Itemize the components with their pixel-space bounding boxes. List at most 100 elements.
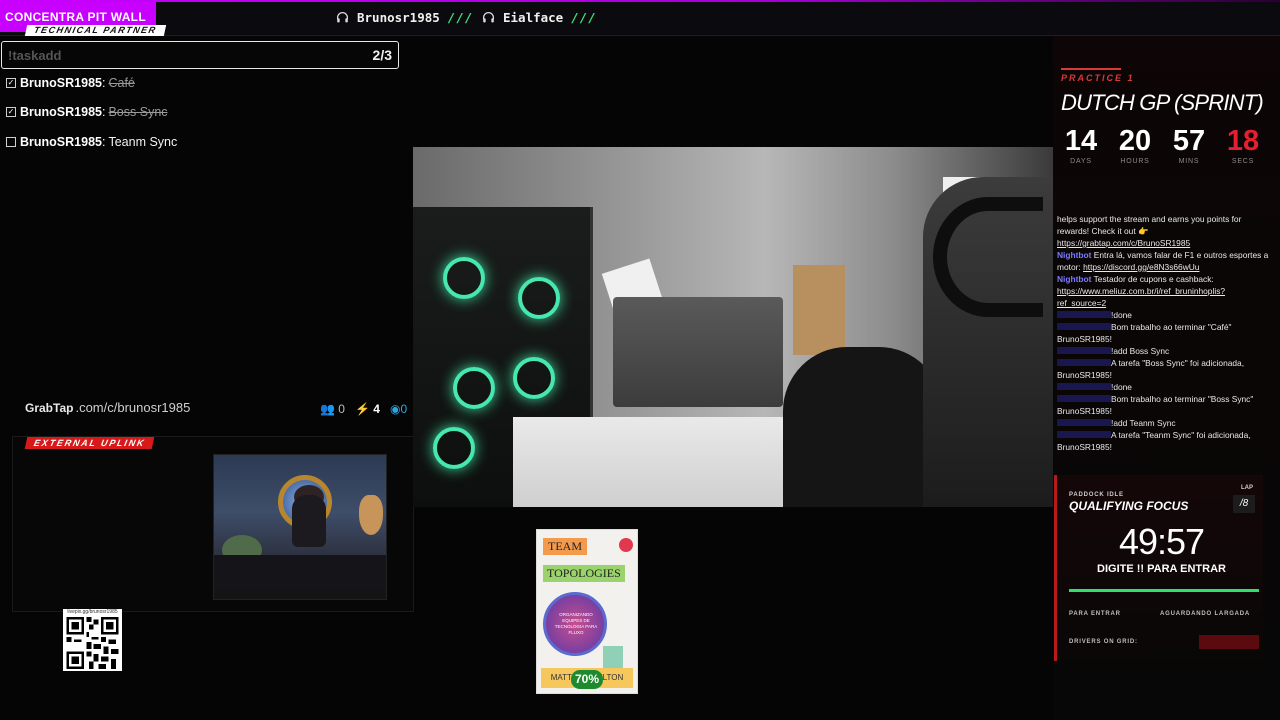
task-count: 2/3 — [372, 47, 392, 63]
countdown-days: 14 DAYS — [1061, 126, 1101, 165]
video-control-bar — [214, 589, 386, 599]
countdown-mins: 57 MINS — [1169, 126, 1209, 165]
headphones-icon — [336, 12, 349, 23]
chat-text: !done — [1111, 310, 1132, 320]
fan — [518, 277, 560, 319]
chat-message: A tarefa "Boss Sync" foi adicionada, Bru… — [1057, 357, 1273, 381]
task-text: Café — [108, 76, 135, 90]
book-dot — [619, 538, 633, 552]
drivers-box — [1199, 635, 1259, 649]
bolt-icon: ⚡ — [354, 402, 370, 416]
task-header: !taskadd 2/3 — [1, 41, 399, 69]
chat-message: !add Teanm Sync — [1057, 417, 1273, 429]
enter-label: PARA ENTRAR — [1069, 611, 1121, 617]
chair — [783, 347, 943, 507]
chat-username — [1057, 395, 1111, 402]
countdown-value: 20 — [1118, 125, 1152, 157]
users-icon: 👥 — [320, 402, 335, 416]
countdown-value: 14 — [1064, 125, 1098, 157]
chat-text: Testador de cupons e cashback: — [1093, 274, 1214, 284]
checkbox-checked-icon: ✓ — [6, 78, 16, 88]
join-command: DIGITE !! PARA ENTRAR — [1097, 563, 1226, 575]
session-label: PRACTICE 1 — [1061, 73, 1135, 83]
guitar — [359, 495, 383, 535]
chat-log: helps support the stream and earns you p… — [1057, 213, 1273, 453]
task-separator: : — [101, 76, 106, 90]
top-accent-line — [0, 0, 1280, 2]
chat-username — [1057, 419, 1111, 426]
chat-text: !add Boss Sync — [1111, 346, 1170, 356]
countdown-value: 18 — [1226, 125, 1260, 157]
countdown-label: DAYS — [1070, 158, 1092, 165]
grabtap-stats: 👥 0 ⚡ 4 ◉0 — [320, 402, 407, 416]
chat-username — [1057, 323, 1111, 330]
printer — [613, 297, 783, 407]
headset — [933, 197, 1043, 317]
race-title: DUTCH GP (SPRINT) — [1061, 90, 1264, 115]
task-item: ✓ BrunoSR1985 : Café — [6, 75, 135, 91]
chat-message: Nightbot Testador de cupons e cashback: … — [1057, 273, 1273, 309]
team-divider: /// — [571, 10, 597, 25]
task-separator: : — [101, 135, 106, 149]
team-member-1: Brunosr1985 /// — [336, 10, 473, 25]
task-item: ✓ BrunoSR1985 : Boss Sync — [6, 104, 168, 120]
task-command: !taskadd — [8, 48, 62, 63]
waiting-label: AGUARDANDO LARGADA — [1160, 611, 1251, 617]
technical-partner-tag: TECHNICAL PARTNER — [24, 25, 166, 36]
paddock-status: PADDOCK IDLE — [1069, 492, 1124, 498]
fan — [453, 367, 495, 409]
live-count: 0 — [400, 402, 408, 416]
uplink-video — [213, 454, 387, 600]
chat-message: A tarefa "Teanm Sync" foi adicionada, Br… — [1057, 429, 1273, 453]
live-stat: ◉0 — [390, 402, 407, 416]
countdown-secs: 18 SECS — [1223, 126, 1263, 165]
qualifying-progress-bar — [1069, 589, 1259, 592]
chat-username — [1057, 311, 1111, 318]
task-user: BrunoSR1985 — [20, 135, 102, 149]
qualifying-timer: 49:57 — [1118, 521, 1205, 562]
fan — [513, 357, 555, 399]
viewers-count: 0 — [338, 402, 345, 416]
drivers-label: DRIVERS ON GRID: — [1069, 639, 1138, 645]
qr-label: livepix.gg/brunosr1985 — [67, 609, 118, 615]
chat-message: !done — [1057, 309, 1273, 321]
practice-line — [1061, 68, 1121, 70]
chat-message: helps support the stream and earns you p… — [1057, 213, 1273, 249]
cardboard-box — [793, 265, 845, 355]
task-user: BrunoSR1985 — [20, 76, 102, 90]
chat-username — [1057, 431, 1111, 438]
countdown-label: SECS — [1231, 158, 1255, 165]
points-stat: ⚡ 4 — [355, 402, 380, 416]
chat-link[interactable]: https://grabtap.com/c/BrunoSR1985 — [1057, 238, 1190, 248]
viewers-stat: 👥 0 — [320, 402, 345, 416]
qualifying-title: QUALIFYING FOCUS — [1069, 499, 1189, 513]
chat-username — [1057, 347, 1111, 354]
book-title-1: TEAM — [543, 538, 587, 555]
grabtap-url: .com/c/brunosr1985 — [75, 400, 191, 415]
qualifying-panel: PADDOCK IDLE LAP /8 QUALIFYING FOCUS 49:… — [1054, 475, 1263, 661]
chat-link[interactable]: https://discord.gg/e8N3s66wUu — [1083, 262, 1199, 272]
chat-text: !add Teanm Sync — [1111, 418, 1176, 428]
chat-username — [1057, 359, 1111, 366]
book-block — [603, 646, 623, 668]
lap-label: LAP — [1241, 485, 1253, 491]
points-count: 4 — [373, 402, 380, 416]
top-bar — [0, 0, 1280, 36]
lap-value: /8 — [1233, 495, 1255, 513]
chat-message: !add Boss Sync — [1057, 345, 1273, 357]
chat-message: !done — [1057, 381, 1273, 393]
chat-message: Bom trabalho ao terminar "Café" BrunoSR1… — [1057, 321, 1273, 345]
external-uplink-tag: EXTERNAL UPLINK — [24, 437, 155, 449]
checkbox-checked-icon: ✓ — [6, 107, 16, 117]
chat-message: Bom trabalho ao terminar "Boss Sync" Bru… — [1057, 393, 1273, 417]
chat-username: Nightbot — [1057, 274, 1092, 284]
book-subtitle: ORGANIZANDO EQUIPES DE TECNOLOGIA PARA F… — [554, 612, 598, 635]
task-text: Boss Sync — [108, 105, 168, 119]
webcam-feed — [413, 147, 1053, 507]
race-countdown: 14 DAYS 20 HOURS 57 MINS 18 SECS — [1061, 126, 1263, 165]
chat-text: !done — [1111, 382, 1132, 392]
task-separator: : — [101, 105, 106, 119]
chat-link[interactable]: https://www.meliuz.com.br/i/ref_bruninho… — [1057, 286, 1225, 308]
team-member-1-name: Brunosr1985 — [357, 10, 440, 25]
team-divider: /// — [447, 10, 474, 25]
